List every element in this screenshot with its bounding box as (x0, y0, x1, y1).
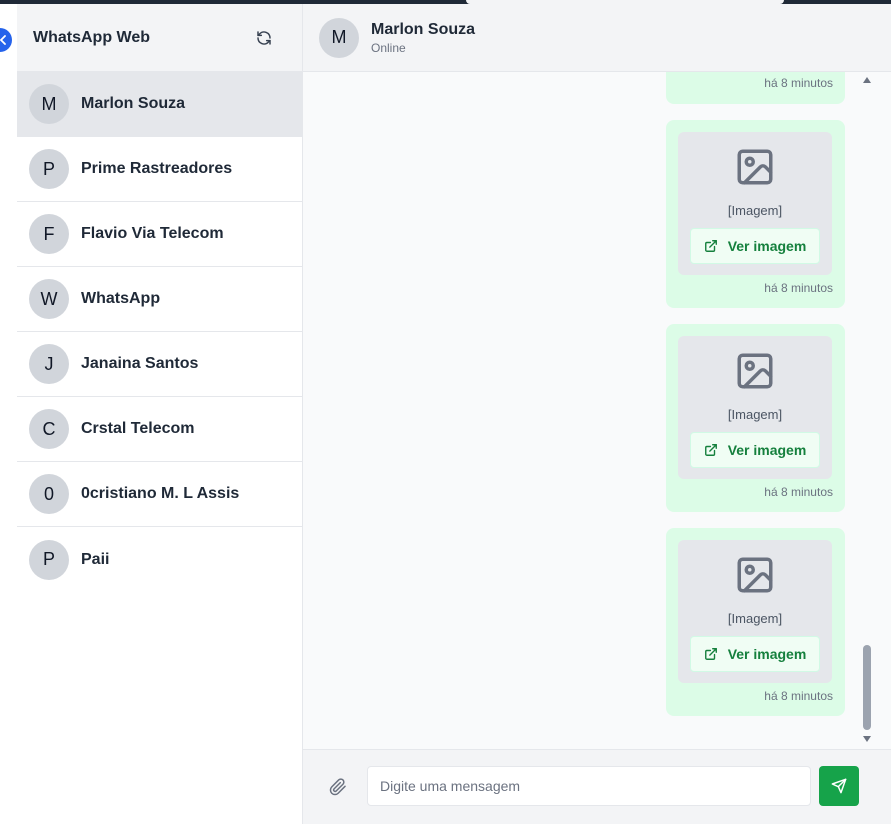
image-caption: [Imagem] (727, 203, 783, 218)
message-time: há 8 minutos (764, 76, 833, 90)
contact-item[interactable]: 0 0cristiano M. L Assis (17, 462, 302, 527)
contact-name: Janaina Santos (81, 355, 199, 372)
send-icon (831, 778, 847, 794)
avatar: J (29, 344, 69, 384)
message-time: há 8 minutos (764, 485, 833, 499)
message-bubble: [Imagem] Ver imagem há 8 minutos (666, 324, 845, 512)
view-image-label: Ver imagem (727, 442, 807, 458)
contact-name: Paii (81, 550, 110, 568)
contact-item[interactable]: F Flavio Via Telecom (17, 202, 302, 267)
external-link-icon (704, 444, 717, 456)
avatar: C (29, 409, 69, 449)
sidebar-header: WhatsApp Web (17, 4, 302, 72)
message-bubble: [Imagem] Ver imagem há 8 minutos (666, 120, 845, 308)
image-icon (737, 557, 773, 593)
sidebar: WhatsApp Web M Marlon Souza P Prime Rast… (17, 4, 303, 824)
contact-list: M Marlon Souza P Prime Rastreadores F Fl… (17, 72, 302, 592)
avatar: M (29, 84, 69, 124)
message-time: há 8 minutos (764, 281, 833, 295)
contact-name: Prime Rastreadores (81, 160, 233, 177)
paperclip-icon (329, 778, 346, 796)
chat-contact-name: Marlon Souza (371, 20, 476, 38)
avatar: M (319, 17, 359, 58)
image-caption: [Imagem] (727, 407, 783, 422)
chat-header: M Marlon Souza Online (303, 4, 891, 72)
contact-name: WhatsApp (81, 290, 161, 307)
app-title: WhatsApp Web (33, 28, 151, 46)
chat-panel: M Marlon Souza Online há 8 minutos [Imag… (303, 4, 891, 824)
contact-item[interactable]: P Paii (17, 527, 302, 592)
view-image-button[interactable]: Ver imagem (690, 228, 820, 264)
contact-name: Flavio Via Telecom (81, 225, 224, 242)
contact-name: Crstal Telecom (81, 420, 195, 437)
avatar: W (29, 279, 69, 319)
view-image-label: Ver imagem (727, 646, 807, 662)
avatar: P (29, 149, 69, 189)
contact-name: Marlon Souza (81, 95, 186, 112)
scrollbar[interactable] (861, 72, 875, 749)
message-bubble: [Imagem] Ver imagem há 8 minutos (666, 528, 845, 716)
refresh-icon (257, 30, 271, 45)
contact-item[interactable]: M Marlon Souza (17, 72, 302, 137)
avatar: F (29, 214, 69, 254)
scroll-up-arrow-icon[interactable] (863, 77, 871, 83)
contact-item[interactable]: P Prime Rastreadores (17, 137, 302, 202)
scroll-down-arrow-icon[interactable] (863, 736, 871, 742)
chat-contact-status: Online (371, 40, 406, 55)
message-bubble: há 8 minutos (666, 72, 845, 104)
image-icon (737, 353, 773, 389)
contact-item[interactable]: C Crstal Telecom (17, 397, 302, 462)
avatar: 0 (29, 474, 69, 514)
image-placeholder: [Imagem] Ver imagem (678, 336, 832, 479)
attach-button[interactable] (329, 778, 349, 798)
external-link-icon (704, 240, 717, 252)
contact-name: 0cristiano M. L Assis (81, 485, 240, 502)
left-rail (0, 4, 17, 824)
message-list[interactable]: há 8 minutos [Imagem] Ver imagem há 8 mi… (303, 72, 891, 749)
chevron-left-icon (0, 35, 6, 45)
message-input[interactable] (367, 766, 811, 806)
refresh-button[interactable] (254, 28, 274, 48)
contact-item[interactable]: W WhatsApp (17, 267, 302, 332)
image-caption: [Imagem] (727, 611, 783, 626)
image-icon (737, 149, 773, 185)
view-image-button[interactable]: Ver imagem (690, 636, 820, 672)
view-image-label: Ver imagem (727, 238, 807, 254)
contact-item[interactable]: J Janaina Santos (17, 332, 302, 397)
send-button[interactable] (819, 766, 859, 806)
scrollbar-thumb[interactable] (863, 645, 871, 730)
collapse-sidebar-button[interactable] (0, 28, 12, 52)
avatar: P (29, 539, 69, 580)
image-placeholder: [Imagem] Ver imagem (678, 540, 832, 683)
message-time: há 8 minutos (764, 689, 833, 703)
external-link-icon (704, 648, 717, 660)
message-composer (303, 749, 891, 824)
image-placeholder: [Imagem] Ver imagem (678, 132, 832, 275)
view-image-button[interactable]: Ver imagem (690, 432, 820, 468)
